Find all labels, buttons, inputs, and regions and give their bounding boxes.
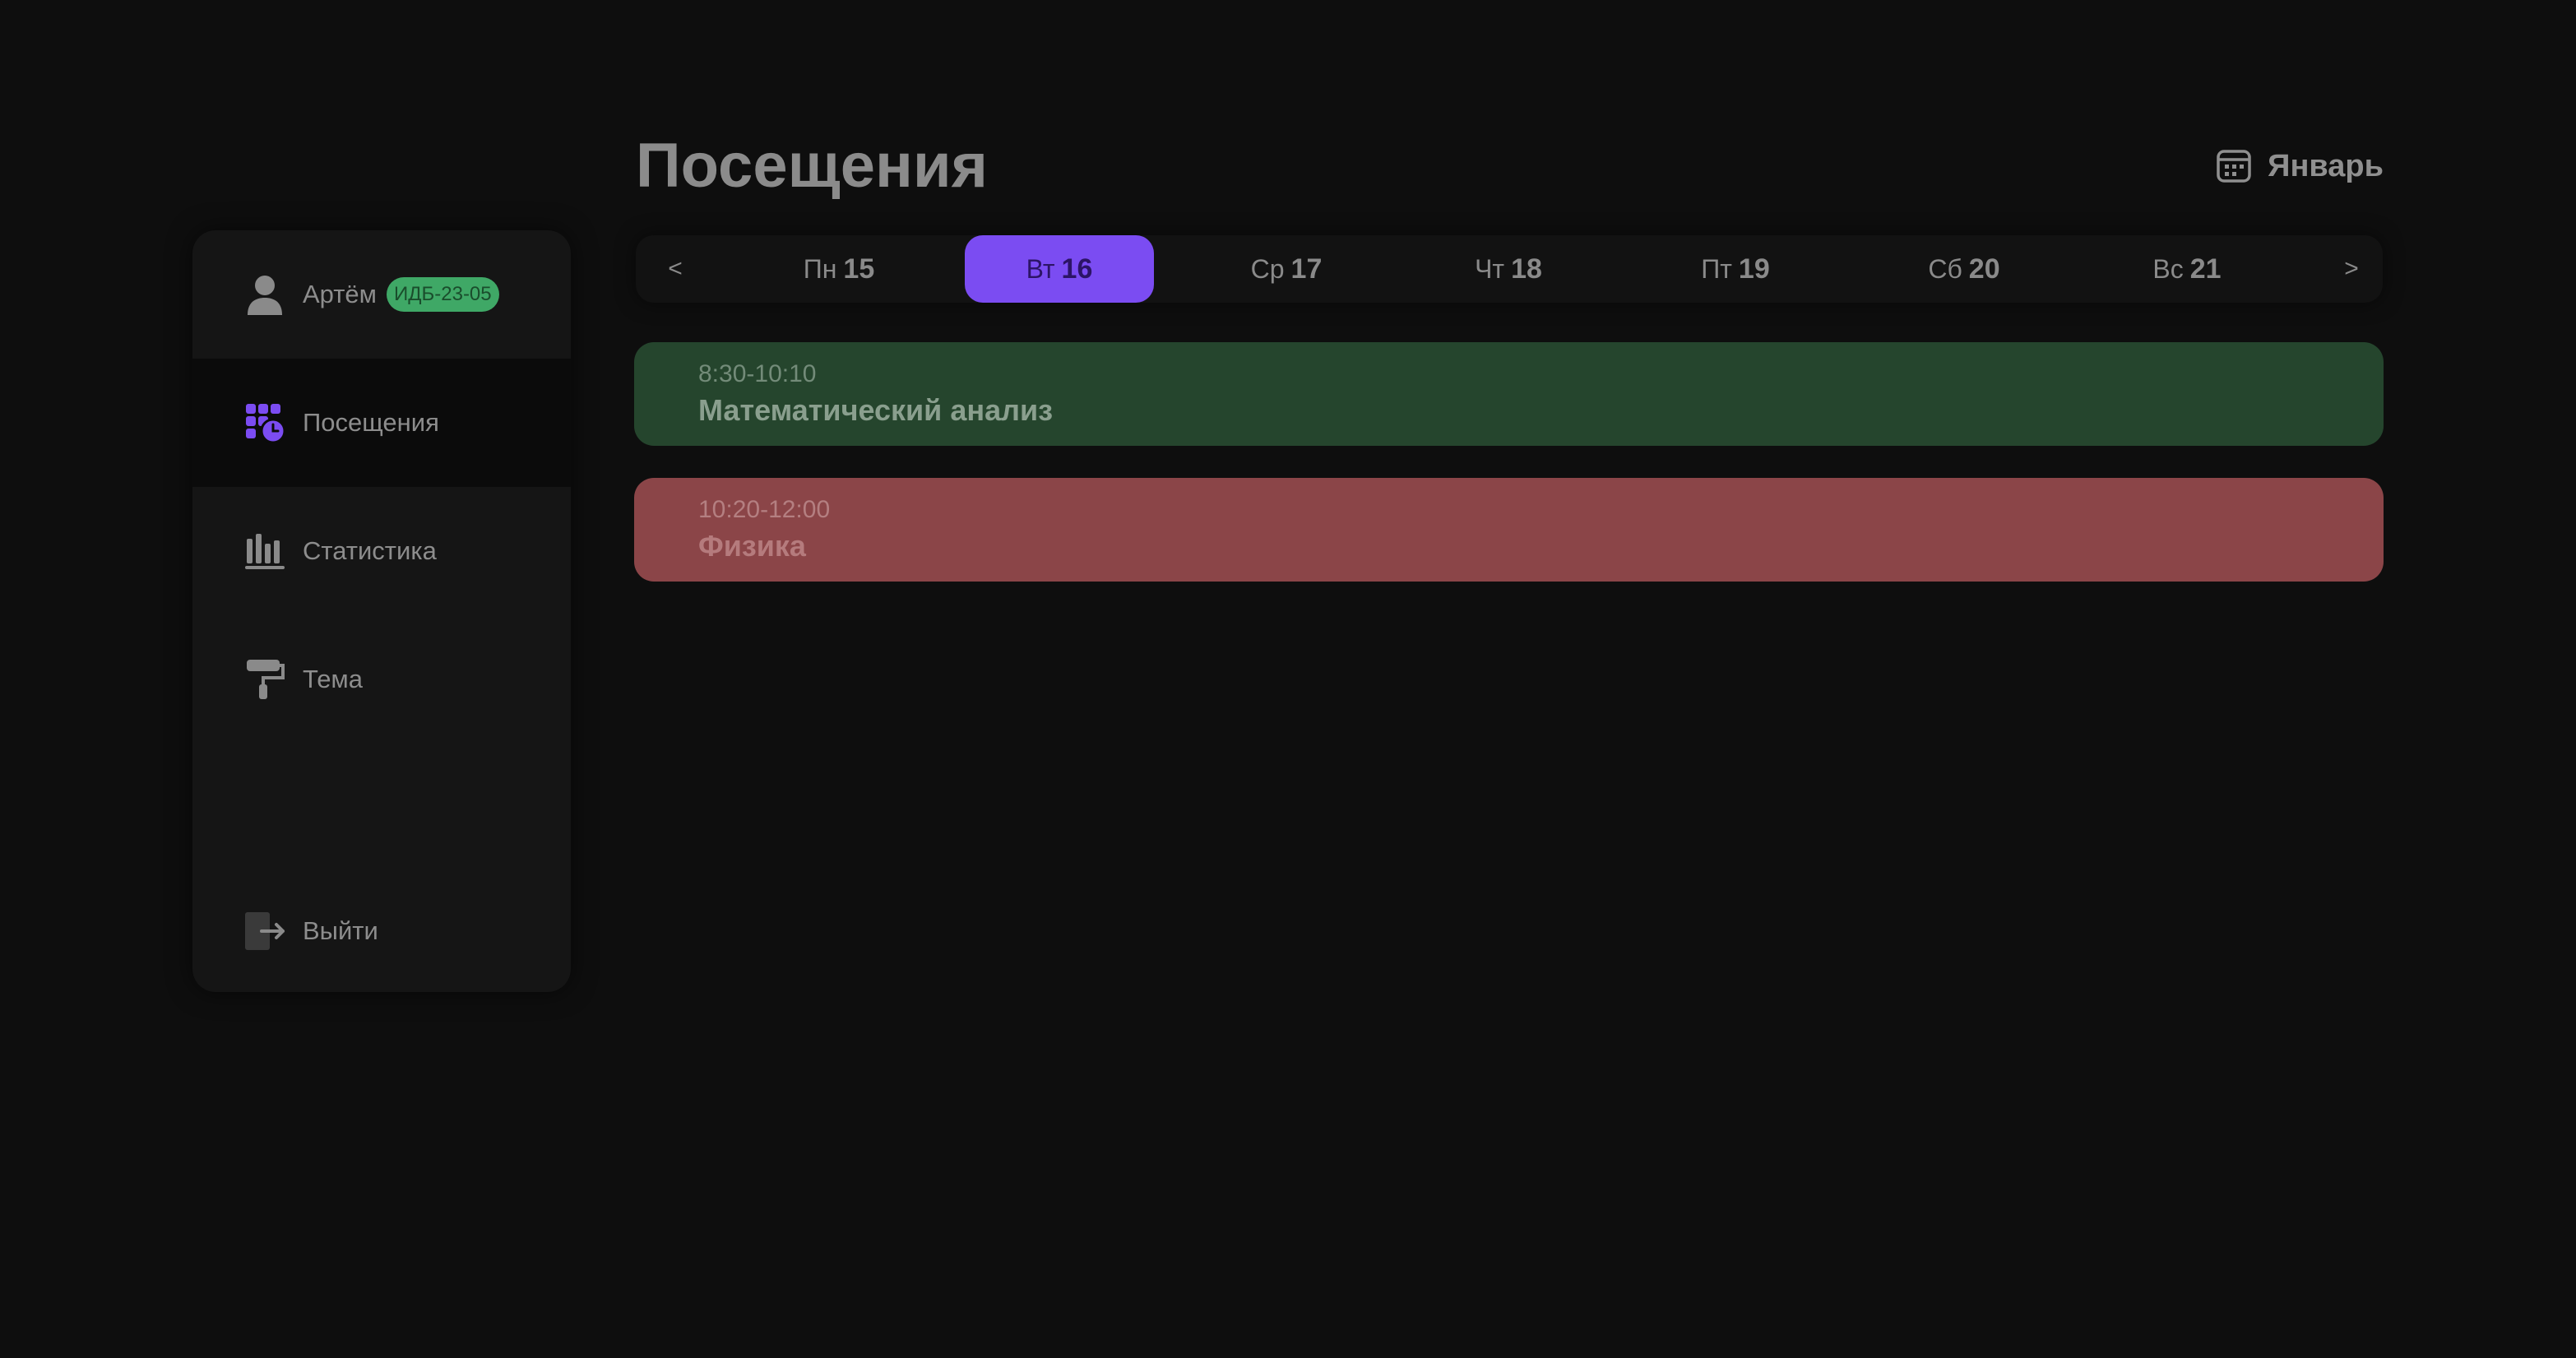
day-name: Ср	[1250, 253, 1285, 284]
day-monday[interactable]: Пн 15	[744, 235, 934, 303]
page-title: Посещения	[636, 131, 988, 201]
lesson-name: Физика	[698, 529, 806, 563]
sidebar: Артём ИДБ-23-05 Посещения Статистика Тем…	[192, 230, 571, 992]
day-number: 20	[1968, 253, 2000, 285]
group-badge: ИДБ-23-05	[387, 277, 499, 312]
lesson-card-present[interactable]: 8:30-10:10 Математический анализ	[634, 342, 2384, 446]
sidebar-item-label: Тема	[303, 665, 363, 693]
logout-button[interactable]: Выйти	[192, 867, 571, 992]
day-number: 18	[1511, 253, 1542, 285]
day-friday[interactable]: Пт 19	[1641, 235, 1830, 303]
day-saturday[interactable]: Сб 20	[1869, 235, 2059, 303]
day-number: 19	[1738, 253, 1770, 285]
month-selector[interactable]: Январь	[2217, 141, 2384, 191]
sidebar-item-label: Посещения	[303, 408, 439, 437]
day-number: 15	[843, 253, 875, 285]
app-root: Артём ИДБ-23-05 Посещения Статистика Тем…	[0, 0, 2576, 1358]
day-name: Вс	[2152, 253, 2184, 284]
next-week-button[interactable]: >	[2327, 235, 2376, 303]
sidebar-user-profile[interactable]: Артём ИДБ-23-05	[192, 230, 571, 359]
day-number: 16	[1061, 253, 1093, 285]
lesson-card-absent[interactable]: 10:20-12:00 Физика	[634, 478, 2384, 582]
lesson-time: 8:30-10:10	[698, 360, 817, 387]
lesson-name: Математический анализ	[698, 393, 1053, 427]
month-label: Январь	[2268, 148, 2384, 183]
day-number: 21	[2189, 253, 2222, 285]
day-wednesday[interactable]: Ср 17	[1192, 235, 1381, 303]
calendar-icon	[2217, 148, 2253, 184]
day-tuesday[interactable]: Вт 16	[965, 235, 1154, 303]
user-icon	[243, 273, 286, 316]
day-name: Чт	[1475, 253, 1505, 284]
lesson-time: 10:20-12:00	[698, 496, 831, 523]
day-name: Сб	[1928, 253, 1962, 284]
paint-roller-icon	[243, 658, 286, 701]
sidebar-item-statistics[interactable]: Статистика	[192, 487, 571, 615]
logout-label: Выйти	[303, 916, 378, 945]
day-thursday[interactable]: Чт 18	[1414, 235, 1603, 303]
day-name: Пт	[1701, 253, 1732, 284]
sidebar-item-label: Статистика	[303, 536, 437, 565]
bar-chart-icon	[243, 530, 286, 572]
user-name: Артём	[303, 280, 377, 308]
day-name: Вт	[1026, 253, 1055, 284]
sidebar-item-attendance[interactable]: Посещения	[192, 359, 571, 487]
prev-week-button[interactable]: <	[651, 235, 700, 303]
day-sunday[interactable]: Вс 21	[2092, 235, 2282, 303]
day-name: Пн	[803, 253, 837, 284]
sidebar-item-theme[interactable]: Тема	[192, 615, 571, 744]
attendance-icon	[243, 401, 286, 444]
day-number: 17	[1290, 253, 1323, 285]
week-selector: < Пн 15 Вт 16 Ср 17 Чт 18 Пт 19 Сб 20 Вс…	[636, 235, 2383, 303]
logout-icon	[243, 910, 286, 952]
